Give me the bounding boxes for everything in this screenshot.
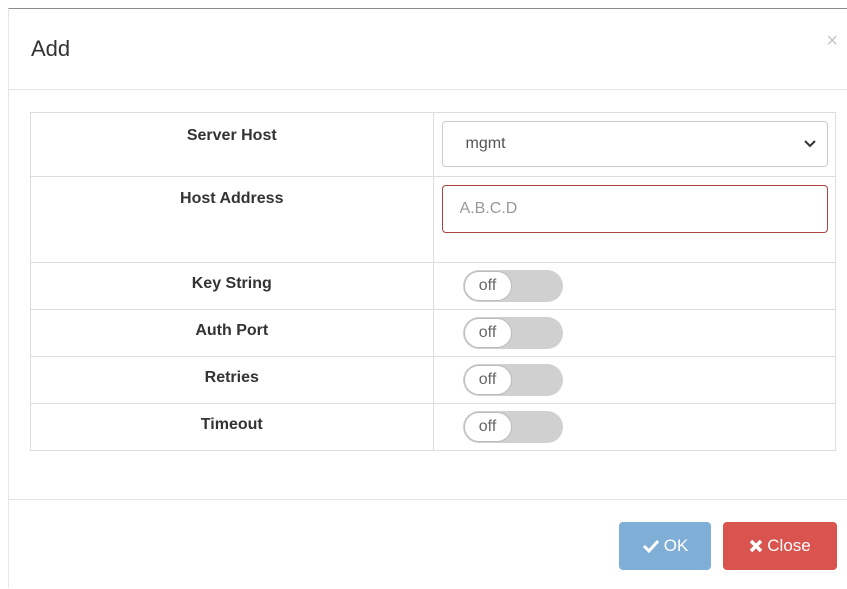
- form-row-key-string: Key String off: [30, 262, 837, 310]
- close-button-label: Close: [767, 536, 811, 555]
- dialog-footer: OK Close: [9, 499, 847, 589]
- key-string-toggle[interactable]: off: [462, 270, 563, 302]
- form-row-host-address: Host Address: [30, 176, 837, 263]
- dialog-header: Add ×: [9, 9, 847, 90]
- form-row-server-host: Server Host mgmt: [30, 112, 837, 177]
- close-icon[interactable]: ×: [826, 31, 838, 51]
- key-string-label: Key String: [30, 262, 434, 310]
- chevron-down-icon: [803, 140, 816, 148]
- retries-toggle-state: off: [463, 365, 512, 395]
- auth-port-toggle-state: off: [463, 318, 512, 348]
- check-icon: [642, 539, 659, 553]
- timeout-toggle[interactable]: off: [462, 411, 563, 443]
- auth-port-label: Auth Port: [30, 309, 434, 357]
- ok-button[interactable]: OK: [619, 522, 711, 570]
- form-row-auth-port: Auth Port off: [30, 309, 837, 357]
- host-address-label: Host Address: [30, 176, 434, 263]
- retries-label: Retries: [30, 356, 434, 404]
- server-host-selected-value: mgmt: [465, 135, 506, 152]
- auth-port-toggle[interactable]: off: [462, 317, 563, 349]
- key-string-toggle-state: off: [463, 271, 512, 301]
- close-button[interactable]: Close: [723, 522, 837, 570]
- timeout-label: Timeout: [30, 403, 434, 451]
- retries-toggle[interactable]: off: [462, 364, 563, 396]
- host-address-input[interactable]: [441, 185, 828, 233]
- add-dialog: Add × Server Host mgmt Host Address Key …: [8, 8, 847, 588]
- x-mark-icon: [750, 539, 763, 553]
- server-host-label: Server Host: [30, 112, 434, 177]
- ok-button-label: OK: [663, 536, 689, 555]
- form-row-retries: Retries off: [30, 356, 837, 404]
- add-form-table: Server Host mgmt Host Address Key String…: [30, 112, 837, 451]
- server-host-select[interactable]: mgmt: [441, 121, 828, 167]
- form-row-timeout: Timeout off: [30, 403, 837, 451]
- timeout-toggle-state: off: [463, 412, 512, 442]
- dialog-title: Add: [31, 36, 71, 61]
